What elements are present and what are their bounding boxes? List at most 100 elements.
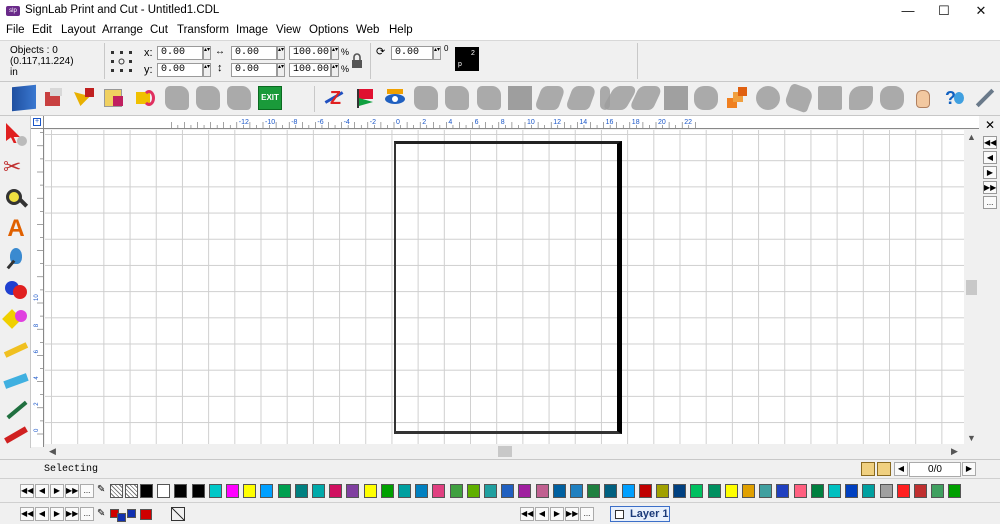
pattern-swatch[interactable] [125, 484, 138, 498]
color-swatch[interactable] [724, 484, 738, 498]
layer-tab[interactable]: Layer 1 [610, 506, 670, 522]
scroll-up-arrow[interactable]: ▲ [966, 132, 977, 142]
layer-page-last-button[interactable]: ▶▶ [565, 507, 579, 521]
palette-last-button[interactable]: ▶▶ [65, 484, 79, 498]
lock-icon[interactable] [350, 53, 364, 69]
horizontal-scroll-thumb[interactable] [498, 446, 512, 457]
color-swatch[interactable] [449, 484, 463, 498]
zoom-icon[interactable] [3, 186, 29, 212]
color-swatch[interactable] [174, 484, 188, 498]
rotation-field[interactable]: 0.00 [391, 46, 433, 60]
shape-3-icon[interactable] [227, 86, 251, 110]
menu-view[interactable]: View [276, 24, 301, 36]
layer-edit-icon[interactable]: ✎ [97, 508, 105, 519]
palette-first-button[interactable]: ◀◀ [20, 484, 34, 498]
color-swatch[interactable] [862, 484, 876, 498]
first-page-button[interactable]: ◀◀ [983, 136, 997, 149]
next-page-button[interactable]: ▶ [983, 166, 997, 179]
menu-file[interactable]: File [6, 24, 25, 36]
color-swatch[interactable] [879, 484, 893, 498]
layer-page-prev-button[interactable]: ◀ [535, 507, 549, 521]
ruler-pencil-icon[interactable] [3, 336, 29, 362]
color-swatch[interactable] [484, 484, 497, 498]
paste-page-icon[interactable] [877, 462, 891, 476]
ruler-corner[interactable]: + [31, 116, 44, 129]
pattern-swatch[interactable] [110, 484, 123, 498]
3d-box-icon[interactable] [41, 86, 65, 110]
color-swatch[interactable] [896, 484, 910, 498]
pen-icon[interactable] [972, 86, 996, 110]
color-swatch[interactable] [931, 484, 945, 498]
color-swatch[interactable] [552, 484, 566, 498]
menu-transform[interactable]: Transform [177, 24, 229, 36]
color-swatch[interactable] [432, 484, 446, 498]
knife-icon[interactable] [3, 396, 29, 422]
scroll-right-arrow[interactable]: ▶ [949, 446, 960, 457]
color-balls-icon[interactable] [3, 276, 29, 302]
color-swatch[interactable] [398, 484, 411, 498]
menu-layout[interactable]: Layout [61, 24, 96, 36]
x-spinner[interactable]: ▴▾ [203, 46, 211, 60]
y-spinner[interactable]: ▴▾ [203, 63, 211, 77]
flag-icon[interactable] [353, 86, 377, 110]
drawing-canvas[interactable] [45, 130, 964, 444]
menu-web[interactable]: Web [356, 24, 379, 36]
page-next-button[interactable]: ▶ [962, 462, 976, 476]
vertical-scroll-thumb[interactable] [966, 280, 977, 295]
last-page-button[interactable]: ▶▶ [983, 181, 997, 194]
menu-arrange[interactable]: Arrange [102, 24, 143, 36]
color-swatch[interactable] [948, 484, 962, 498]
color-swatch[interactable] [260, 484, 274, 498]
scale-y-field[interactable]: 100.00 [289, 63, 331, 77]
ghost-blob-icon[interactable] [445, 86, 469, 110]
color-swatch[interactable] [346, 484, 360, 498]
select-arrow-icon[interactable] [3, 122, 29, 148]
scale-y-spinner[interactable]: ▴▾ [331, 63, 339, 77]
color-swatch[interactable] [226, 484, 239, 498]
menu-cut[interactable]: Cut [150, 24, 168, 36]
scale-x-field[interactable]: 100.00 [289, 46, 331, 60]
gray-square-icon[interactable] [508, 86, 532, 110]
ghost-wave-icon[interactable] [849, 86, 873, 110]
layer-last-button[interactable]: ▶▶ [65, 507, 79, 521]
color-swatch[interactable] [828, 484, 841, 498]
gray-rect-icon[interactable] [664, 86, 688, 110]
ghost-shape-icon[interactable] [414, 86, 438, 110]
prev-page-button[interactable]: ◀ [983, 151, 997, 164]
fill-shapes-icon[interactable] [2, 306, 29, 332]
color-swatch[interactable] [294, 484, 308, 498]
color-swatch[interactable] [415, 484, 429, 498]
color-swatch[interactable] [638, 484, 652, 498]
eye-icon[interactable] [383, 86, 407, 110]
page-prev-button[interactable]: ◀ [894, 462, 908, 476]
y-field[interactable]: 0.00 [157, 63, 203, 77]
layer-color-blue[interactable] [127, 509, 136, 518]
color-swatch[interactable] [208, 484, 222, 498]
menu-edit[interactable]: Edit [32, 24, 52, 36]
no-color-icon[interactable] [171, 507, 185, 521]
palette-prev-button[interactable]: ◀ [35, 484, 49, 498]
ghost-shape-icon[interactable] [477, 86, 501, 110]
width-spinner[interactable]: ▴▾ [277, 46, 285, 60]
orange-blocks-icon[interactable] [725, 86, 749, 110]
scroll-left-arrow[interactable]: ◀ [47, 446, 58, 457]
page-rectangle[interactable] [394, 141, 622, 434]
no-fill-icon[interactable]: ✎ [97, 484, 109, 498]
palette-next-button[interactable]: ▶ [50, 484, 64, 498]
color-swatch[interactable] [742, 484, 755, 498]
vertical-scrollbar[interactable]: ▲ ▼ [964, 130, 979, 447]
color-swatch[interactable] [914, 484, 927, 498]
layer-more-button[interactable]: ... [80, 507, 94, 521]
menu-help[interactable]: Help [389, 24, 413, 36]
exit-sign-icon[interactable]: EXIT [258, 86, 282, 110]
height-field[interactable]: 0.00 [231, 63, 277, 77]
color-swatch[interactable] [191, 484, 205, 498]
weeding-tool-icon[interactable] [3, 422, 29, 448]
color-swatch[interactable] [690, 484, 704, 498]
layer-next-button[interactable]: ▶ [50, 507, 64, 521]
height-spinner[interactable]: ▴▾ [277, 63, 285, 77]
layer-color-blue[interactable] [117, 513, 126, 522]
color-swatch[interactable] [810, 484, 824, 498]
layer-page-first-button[interactable]: ◀◀ [520, 507, 534, 521]
scale-x-spinner[interactable]: ▴▾ [331, 46, 339, 60]
